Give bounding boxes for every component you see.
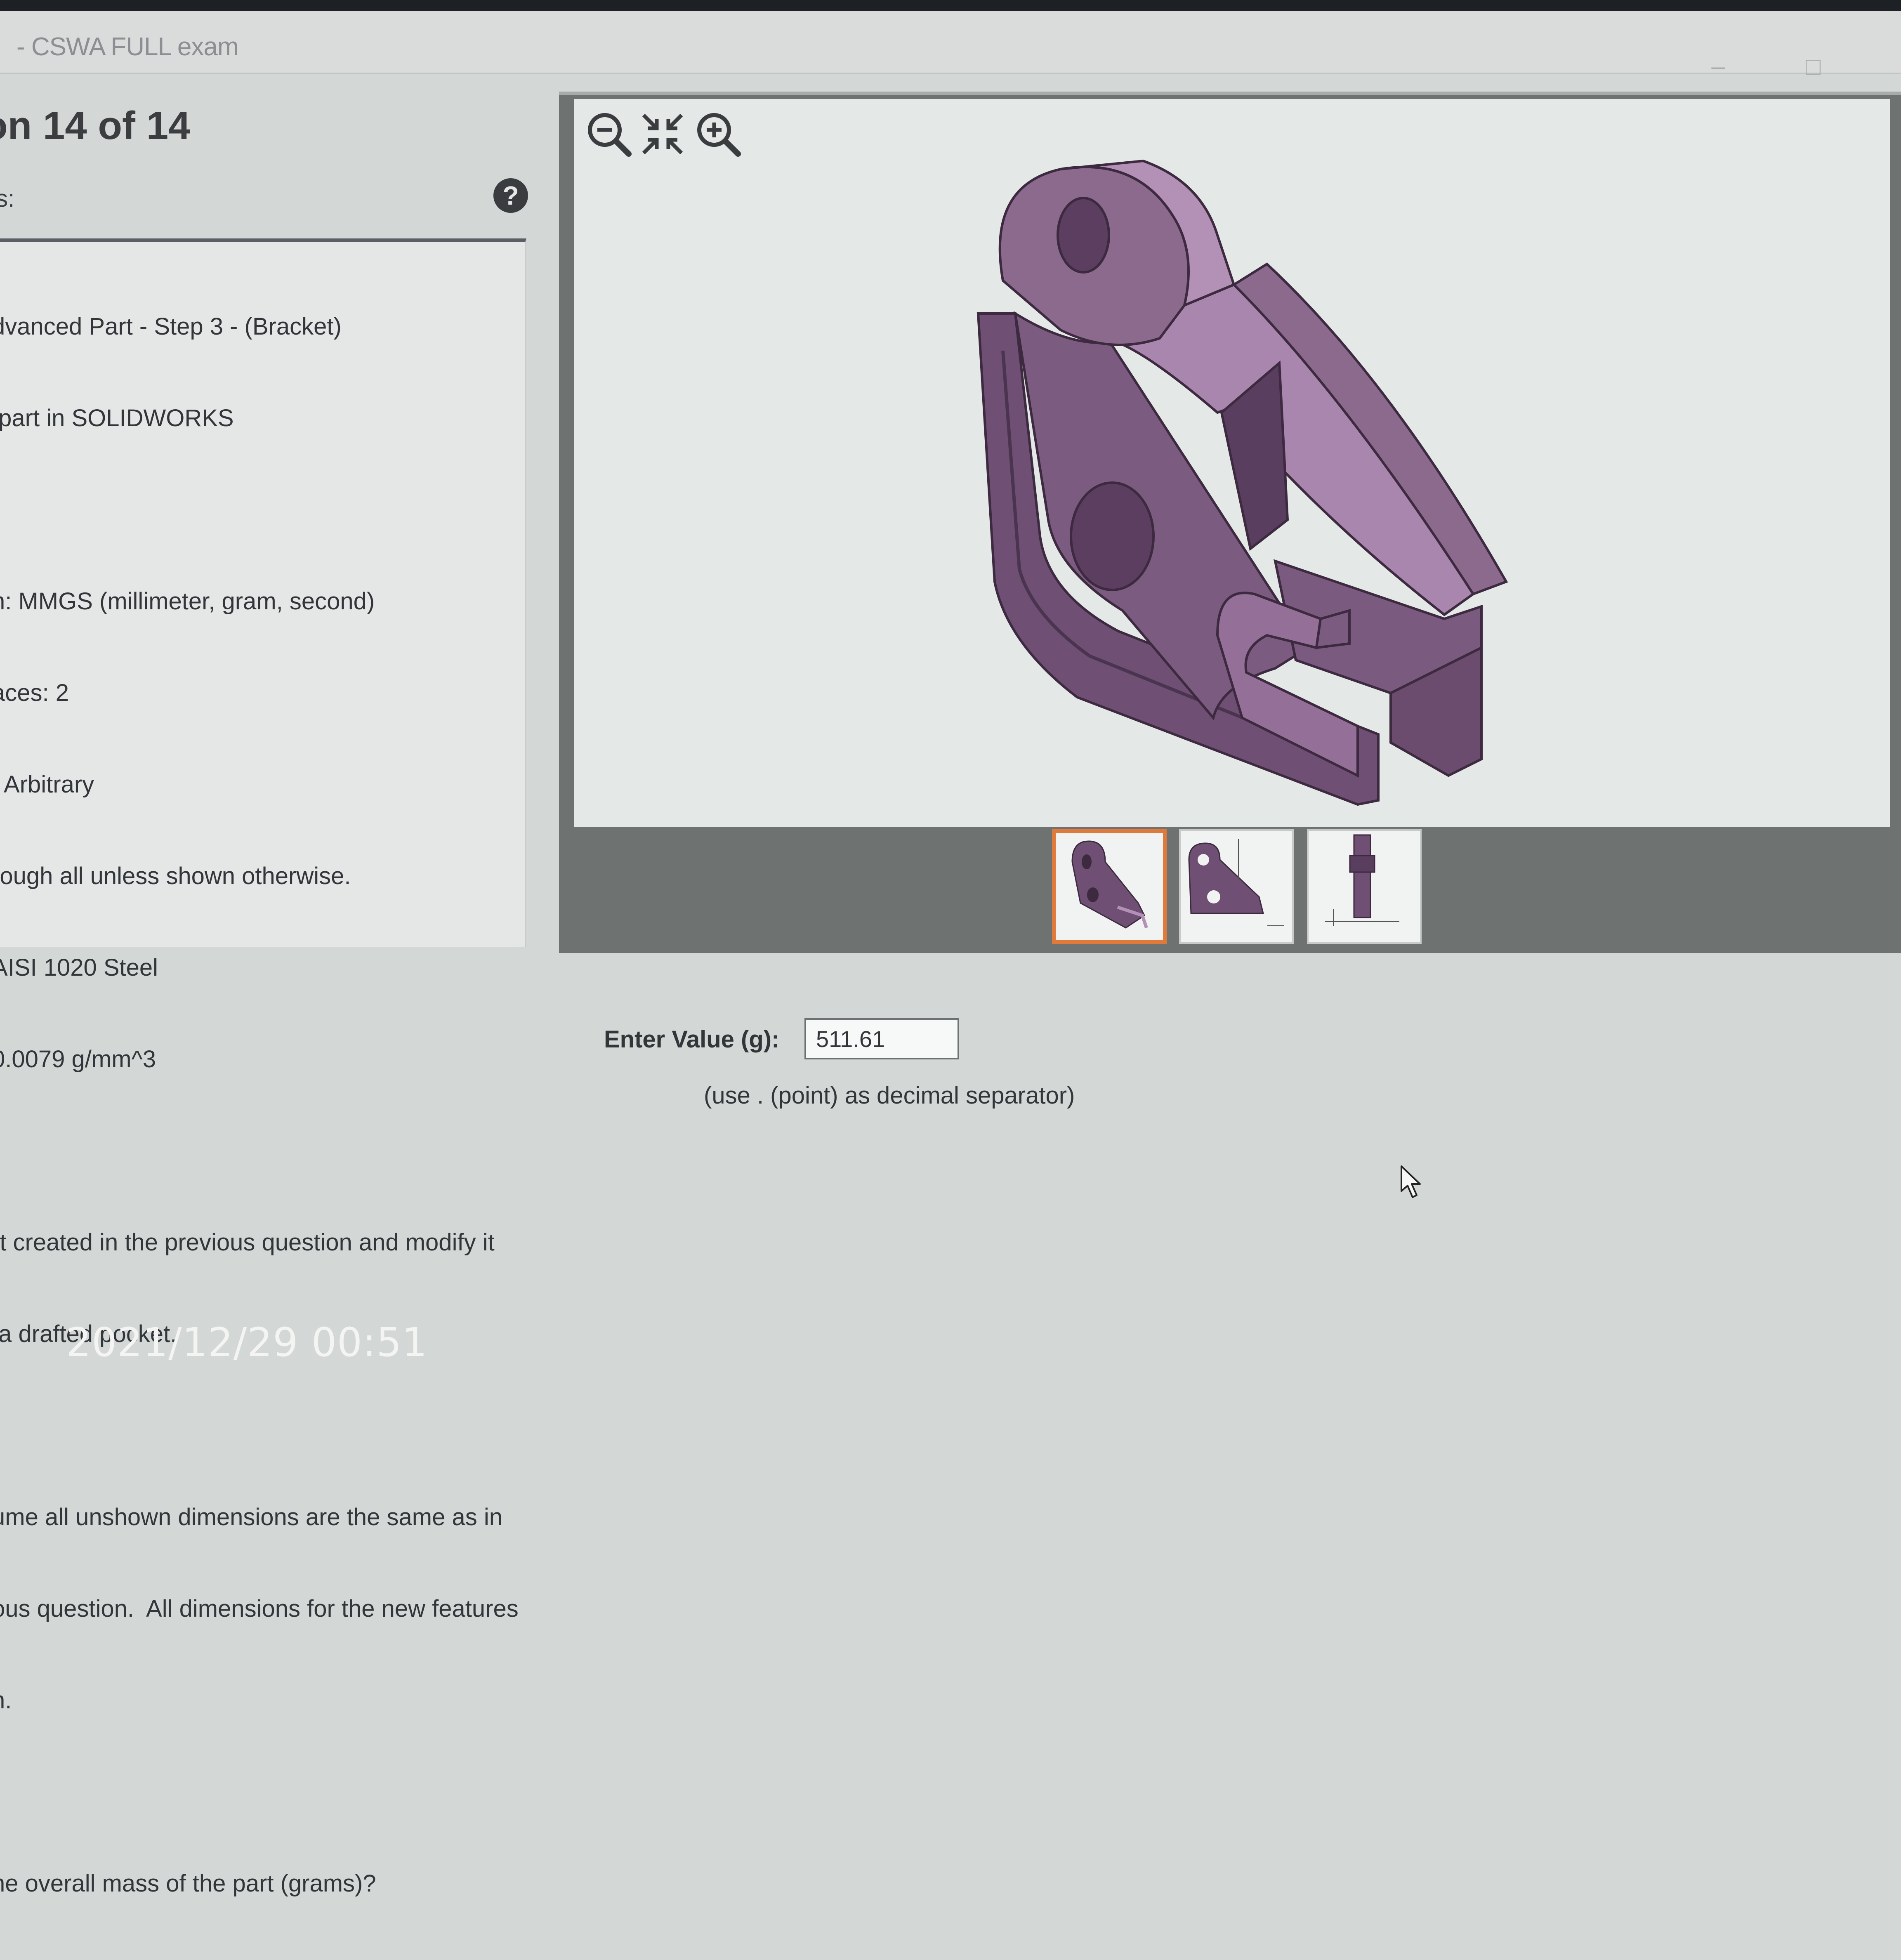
- question-panel-label: s:: [0, 185, 15, 212]
- flange-hole: [1070, 481, 1155, 591]
- question-line: AISI 1020 Steel: [0, 954, 158, 981]
- question-line: aces: 2: [0, 679, 69, 706]
- question-text-panel: dvanced Part - Step 3 - (Bracket) part i…: [0, 238, 526, 1897]
- question-line: he overall mass of the part (grams)?: [0, 1870, 376, 1897]
- answer-value-input[interactable]: [804, 1018, 959, 1059]
- isometric-view-thumbnail[interactable]: [1052, 829, 1167, 944]
- question-line: ume all unshown dimensions are the same …: [0, 1504, 502, 1531]
- lug-hole: [1057, 197, 1110, 274]
- question-line: ous question. All dimensions for the new…: [0, 1595, 519, 1622]
- question-line: part in SOLIDWORKS: [0, 405, 234, 432]
- question-line: rt created in the previous question and …: [0, 1229, 495, 1256]
- image-viewer: [559, 92, 1901, 953]
- window-title-bar: - CSWA FULL exam – □: [0, 11, 1901, 80]
- photo-timestamp: 2021/12/29 00:51: [66, 1319, 428, 1366]
- question-mark-icon[interactable]: ?: [493, 178, 528, 213]
- bracket-part-model: [976, 159, 1508, 806]
- maximize-button[interactable]: □: [1799, 52, 1828, 81]
- question-line: n.: [0, 1687, 12, 1714]
- question-line: [0, 1136, 536, 1166]
- question-line: [0, 1410, 536, 1441]
- question-line: : Arbitrary: [0, 771, 94, 798]
- mouse-pointer-icon: [1399, 1164, 1424, 1203]
- question-line: n: MMGS (millimeter, gram, second): [0, 588, 375, 615]
- minimize-button[interactable]: –: [1704, 52, 1733, 81]
- question-line: dvanced Part - Step 3 - (Bracket): [0, 313, 342, 340]
- model-canvas[interactable]: [574, 99, 1890, 827]
- side-view-thumbnail[interactable]: [1307, 829, 1422, 944]
- answer-label: Enter Value (g):: [604, 1026, 780, 1053]
- question-line: 0.0079 g/mm^3: [0, 1046, 156, 1073]
- screen-top-edge: [0, 0, 1901, 11]
- decimal-separator-hint: (use . (point) as decimal separator): [704, 1082, 1075, 1109]
- front-view-thumbnail[interactable]: [1179, 829, 1294, 944]
- window-title: - CSWA FULL exam: [17, 33, 239, 61]
- question-line: [0, 495, 536, 525]
- question-line: rough all unless shown otherwise.: [0, 863, 351, 889]
- question-line: [0, 1777, 536, 1807]
- question-number-heading: on 14 of 14: [0, 104, 191, 148]
- question-text: dvanced Part - Step 3 - (Bracket) part i…: [0, 250, 536, 1960]
